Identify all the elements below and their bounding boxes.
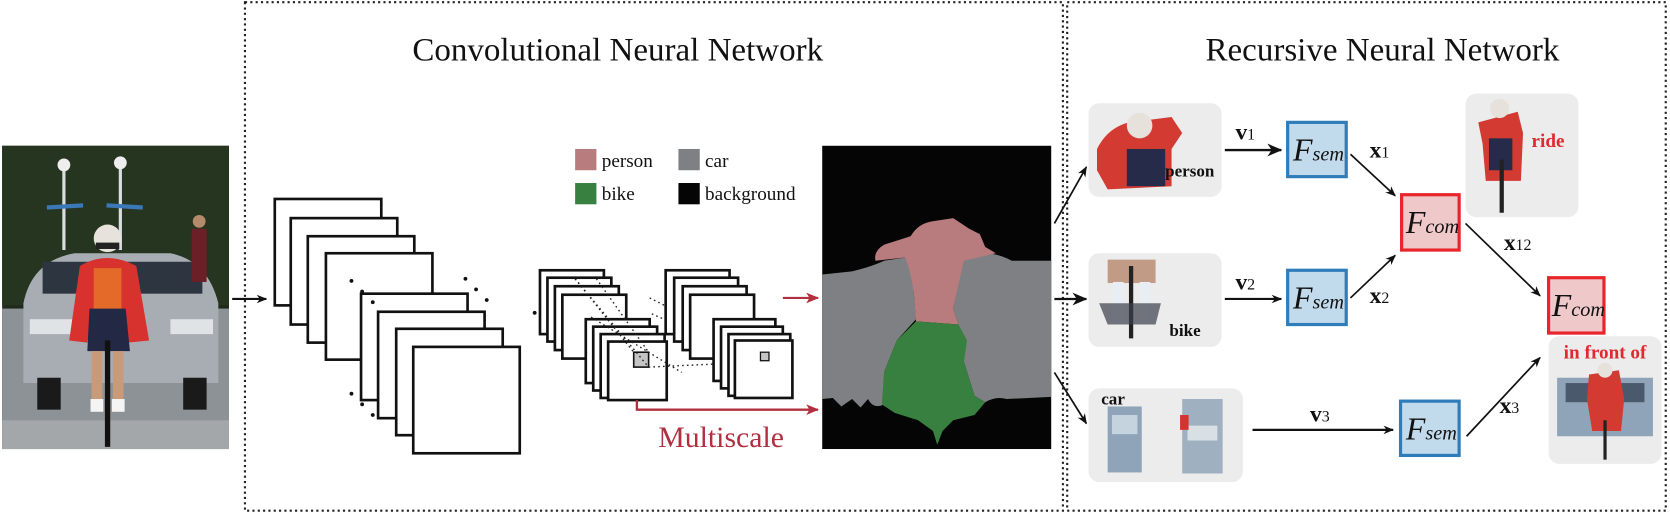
legend-label-bike: bike (602, 184, 635, 205)
object-crop-person: person (1088, 103, 1222, 197)
legend-swatch-car (678, 148, 700, 171)
x12-label: x12 (1504, 230, 1532, 256)
conv-feature-stack-small (664, 268, 794, 400)
legend: person car bike background (575, 148, 796, 205)
relation-crop-in-front-of: in front of (1548, 336, 1662, 464)
x2-label: x2 (1370, 283, 1390, 309)
composition-module-1: Fcom (1400, 193, 1461, 252)
multiscale-arrow (635, 400, 820, 415)
v2-label: v2 (1235, 269, 1255, 295)
object-label-car: car (1101, 389, 1125, 408)
semantic-module-2: Fsem (1286, 268, 1348, 327)
object-crop-bike: bike (1088, 253, 1222, 347)
legend-swatch-person (575, 148, 597, 171)
composition-module-2: Fcom (1546, 276, 1606, 335)
v3-label: v3 (1310, 401, 1330, 427)
relation-label-ride: ride (1532, 131, 1565, 152)
legend-label-person: person (602, 151, 654, 172)
x1-label: x1 (1370, 137, 1390, 163)
relation-crop-ride: ride (1465, 93, 1579, 218)
input-photo (2, 145, 229, 450)
model-overview-figure: Convolutional Neural Network Recursive N… (0, 0, 1670, 515)
cnn-panel-title: Convolutional Neural Network (412, 33, 823, 69)
figure-canvas: Convolutional Neural Network Recursive N… (2, 1, 1667, 512)
legend-swatch-background (678, 183, 700, 205)
v1-label: v1 (1235, 119, 1255, 145)
multiscale-label: Multiscale (658, 421, 784, 454)
rnn-panel-title: Recursive Neural Network (1206, 33, 1560, 69)
conv-feature-stack-large (273, 197, 522, 455)
seg-to-person-arrow (1053, 166, 1088, 224)
x3-label: x3 (1500, 393, 1520, 419)
object-label-bike: bike (1169, 321, 1201, 340)
relation-label-in-front-of: in front of (1564, 343, 1647, 364)
segmentation-map (822, 145, 1052, 450)
legend-label-background: background (705, 184, 796, 205)
legend-swatch-bike (575, 183, 597, 205)
legend-label-car: car (705, 151, 729, 172)
seg-to-car-arrow (1053, 371, 1088, 425)
object-label-person: person (1165, 162, 1215, 181)
object-crop-car: car (1088, 388, 1243, 483)
semantic-module-1: Fsem (1286, 120, 1348, 179)
conv-feature-stack-medium (538, 268, 669, 402)
x12-arrow (1464, 222, 1541, 297)
semantic-module-3: Fsem (1398, 399, 1461, 458)
receptive-field-patch-small (759, 351, 770, 362)
